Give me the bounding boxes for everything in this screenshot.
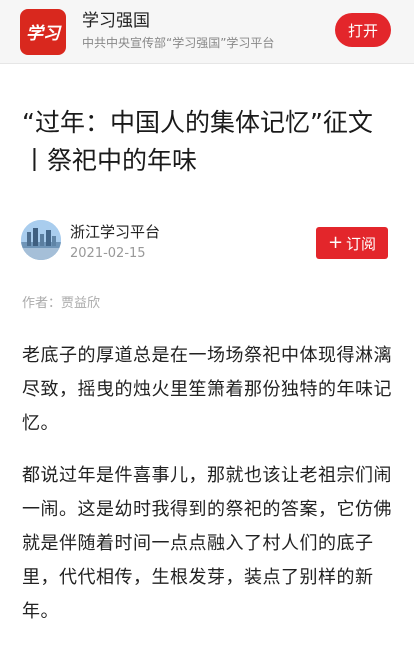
article-title: “过年：中国人的集体记忆”征文丨祭祀中的年味 [22, 108, 373, 175]
paragraph-2: 都说过年是件喜事儿，那就也该让老祖宗们闹一闹。这是幼时我得到的祭祀的答案，它仿佛… [22, 465, 392, 622]
subscribe-label: 订阅 [346, 234, 377, 253]
app-download-banner: 学习 学习强国 中共中央宣传部“学习强国”学习平台 打开 [0, 0, 414, 64]
xuexi-logo-icon[interactable]: 学习 [20, 9, 66, 55]
app-subtitle: 中共中央宣传部“学习强国”学习平台 [82, 36, 275, 50]
logo-text: 学习 [26, 24, 62, 44]
article-byline: 作者：贾益欣 [22, 296, 101, 311]
source-avatar[interactable] [21, 220, 61, 260]
app-name: 学习强国 [82, 11, 150, 31]
subscribe-button[interactable]: + 订阅 [316, 227, 388, 259]
plus-icon: + [327, 232, 344, 253]
open-app-button[interactable]: 打开 [335, 13, 391, 47]
paragraph-1: 老底子的厚道总是在一场场祭祀中体现得淋漓尽致，摇曳的烛火里笙箫着那份独特的年味记… [22, 345, 392, 434]
source-name[interactable]: 浙江学习平台 [70, 222, 160, 242]
publish-date: 2021-02-15 [70, 246, 146, 261]
